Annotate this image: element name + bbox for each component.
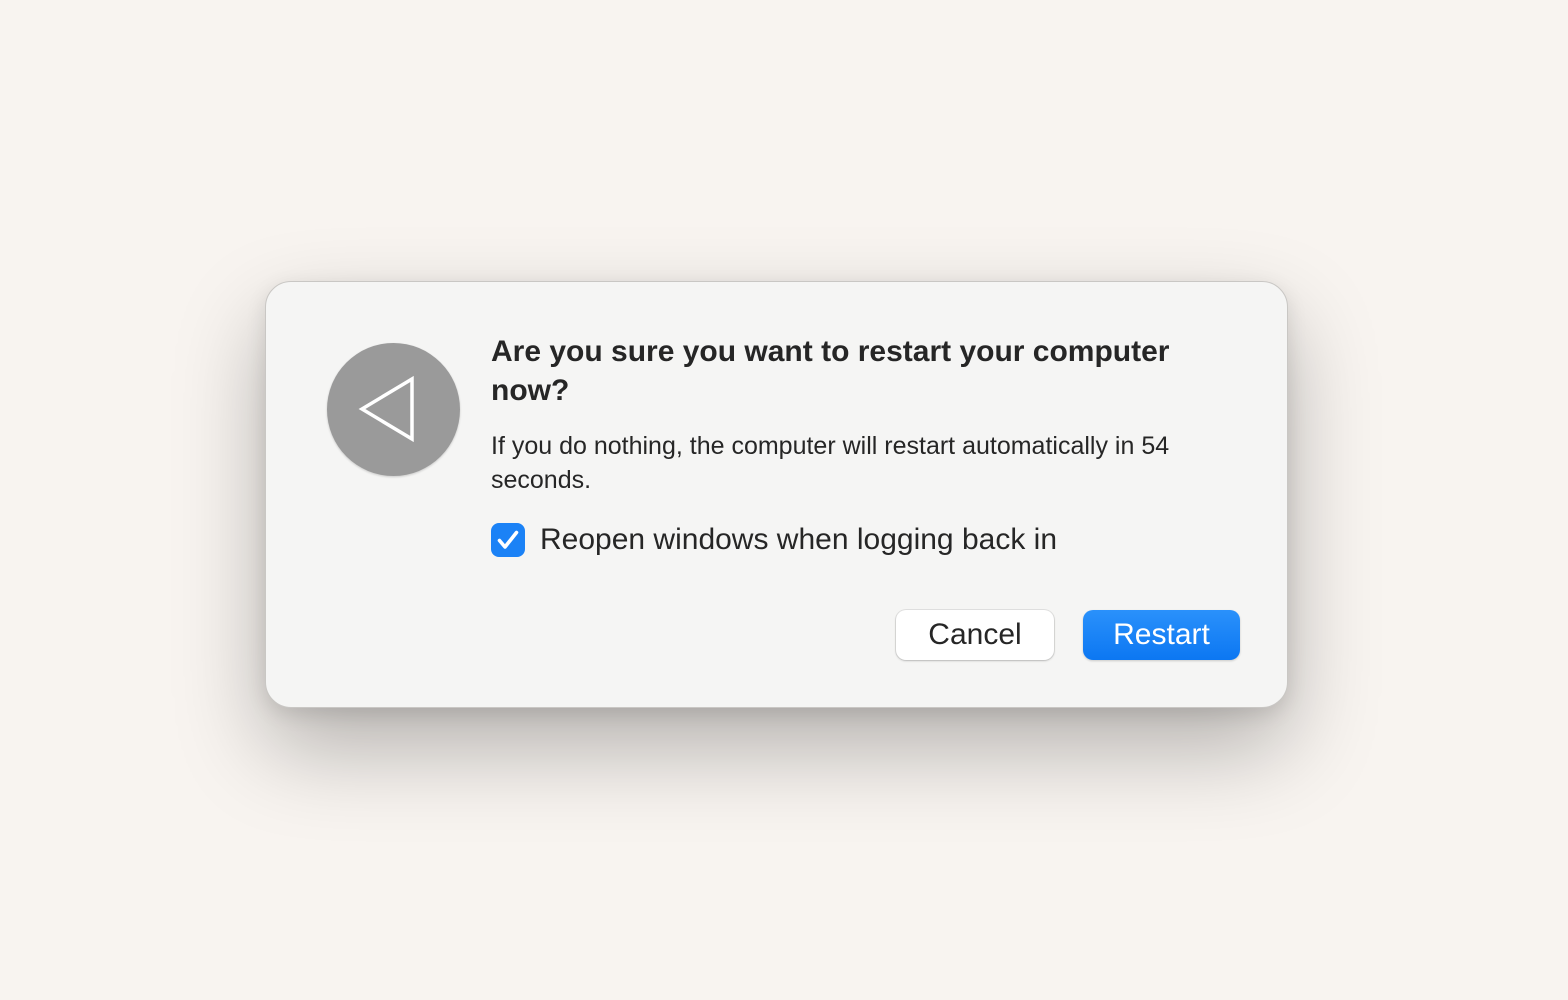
restart-arrow-icon [327,343,460,476]
restart-button[interactable]: Restart [1083,610,1240,660]
dialog-message: If you do nothing, the computer will res… [491,432,1170,494]
checkmark-icon [497,530,519,549]
reopen-windows-checkbox[interactable] [491,523,525,557]
reopen-windows-label[interactable]: Reopen windows when logging back in [540,523,1057,557]
reopen-windows-option[interactable]: Reopen windows when logging back in [491,522,1057,558]
restart-dialog: Are you sure you want to restart your co… [265,281,1288,708]
cancel-button[interactable]: Cancel [896,610,1054,660]
dialog-title: Are you sure you want to restart your co… [491,335,1170,407]
